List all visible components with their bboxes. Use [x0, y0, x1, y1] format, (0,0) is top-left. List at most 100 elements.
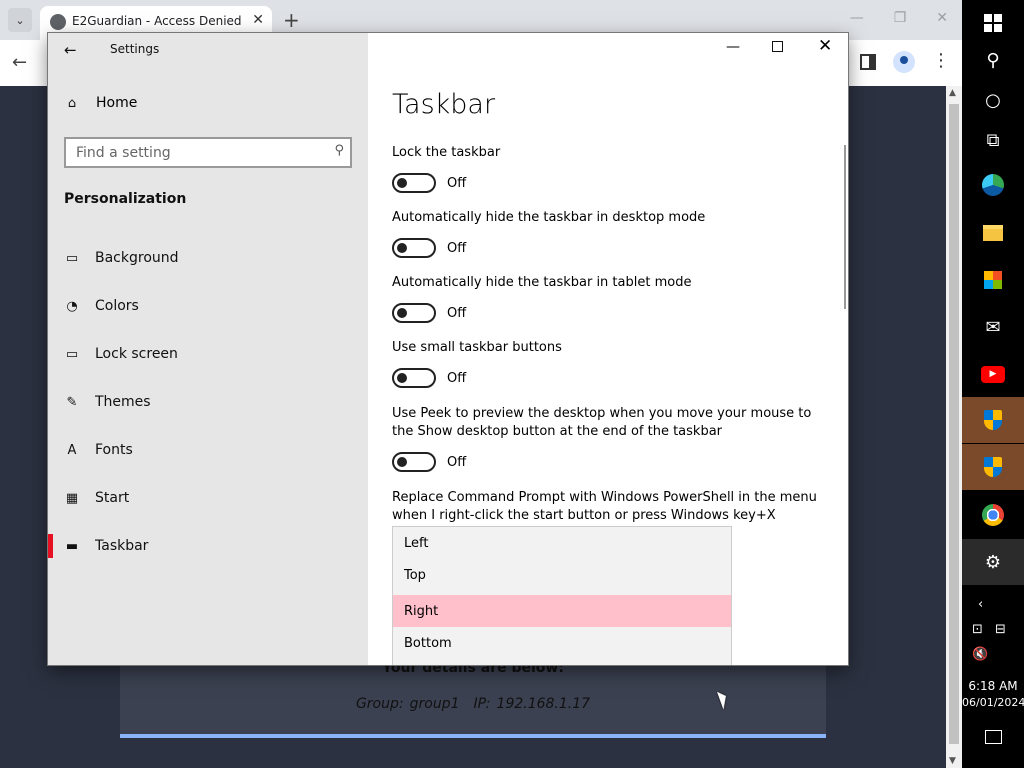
- meet-now-icon[interactable]: ⊡: [972, 622, 983, 637]
- sidebar-item-label: Colors: [95, 298, 139, 314]
- minimize-icon[interactable]: —: [850, 10, 864, 26]
- ip-label: IP:: [473, 696, 491, 712]
- autohide-desktop-toggle[interactable]: [392, 238, 436, 258]
- scroll-down-icon[interactable]: ▼: [949, 756, 956, 766]
- sidebar-item-fonts[interactable]: A Fonts: [48, 430, 368, 470]
- network-icon[interactable]: ⊟: [995, 622, 1006, 637]
- task-view-icon[interactable]: ⧉: [962, 117, 1024, 163]
- autohide-tablet-toggle[interactable]: [392, 303, 436, 323]
- toggle-state: Off: [447, 370, 467, 386]
- lock-screen-icon: ▭: [65, 346, 79, 362]
- settings-window: ← Settings ⌂ Home ⚲ Personalization ▭ Ba…: [48, 33, 848, 665]
- taskbar-icon: ▬: [65, 538, 79, 554]
- sidebar-item-label: Fonts: [95, 442, 133, 458]
- setting-label: Replace Command Prompt with Windows Powe…: [392, 490, 817, 523]
- tab-search-dropdown-icon[interactable]: ⌄: [8, 8, 32, 32]
- sidebar-item-label: Themes: [95, 394, 151, 410]
- youtube-icon[interactable]: ▶: [962, 351, 1024, 397]
- sidebar-item-themes[interactable]: ✎ Themes: [48, 382, 368, 422]
- picture-icon: ▭: [65, 250, 79, 266]
- search-box[interactable]: ⚲: [64, 137, 352, 168]
- setting-label: Use Peek to preview the desktop when you…: [392, 406, 812, 439]
- store-icon[interactable]: [962, 257, 1024, 303]
- search-input[interactable]: [66, 139, 324, 166]
- tab-title: E2Guardian - Access Denied: [72, 14, 242, 28]
- security-shield-icon[interactable]: [962, 397, 1024, 443]
- back-arrow-icon[interactable]: ←: [12, 52, 27, 73]
- content-scrollbar[interactable]: [844, 145, 846, 309]
- maximize-icon[interactable]: [772, 41, 783, 52]
- setting-label: Use small taskbar buttons: [392, 340, 562, 355]
- sidebar-item-label: Lock screen: [95, 346, 178, 362]
- scroll-thumb[interactable]: [949, 104, 959, 744]
- volume-muted-icon[interactable]: 🔇: [972, 647, 988, 662]
- tab-close-icon[interactable]: ✕: [252, 12, 264, 28]
- windows-taskbar: ⚲ ○ ⧉ ✉ ▶ ⚙ ‹ ⊡ ⊟ 🔇 6:18 AM 06/01/2024: [962, 0, 1024, 768]
- setting-small-buttons: Use small taskbar buttons Off: [392, 339, 832, 388]
- palette-icon: ◔: [66, 298, 78, 314]
- back-arrow-icon[interactable]: ←: [64, 41, 77, 59]
- page-scrollbar[interactable]: ▲ ▼: [946, 86, 962, 768]
- close-icon[interactable]: ✕: [936, 10, 948, 26]
- nav-home[interactable]: ⌂ Home: [64, 95, 137, 111]
- setting-label: Automatically hide the taskbar in tablet…: [392, 275, 692, 290]
- security-shield-icon[interactable]: [962, 444, 1024, 490]
- sidebar-item-colors[interactable]: ◔ Colors: [48, 286, 368, 326]
- peek-toggle[interactable]: [392, 452, 436, 472]
- dropdown-option-left[interactable]: Left: [393, 527, 731, 559]
- settings-gear-icon[interactable]: ⚙: [962, 539, 1024, 585]
- settings-content-pane: — ✕ Taskbar Lock the taskbar Off Automat…: [368, 33, 848, 665]
- fonts-icon: A: [67, 442, 77, 458]
- show-hidden-icons-chevron-icon[interactable]: ‹: [978, 597, 983, 612]
- sidebar-item-taskbar[interactable]: ▬ Taskbar: [48, 526, 368, 566]
- toggle-state: Off: [447, 305, 467, 321]
- lock-taskbar-toggle[interactable]: [392, 173, 436, 193]
- setting-lock-taskbar: Lock the taskbar Off: [392, 144, 832, 193]
- file-explorer-icon[interactable]: [962, 210, 1024, 256]
- settings-nav-pane: ← Settings ⌂ Home ⚲ Personalization ▭ Ba…: [48, 33, 368, 665]
- small-buttons-toggle[interactable]: [392, 368, 436, 388]
- dropdown-option-right[interactable]: Right: [393, 595, 731, 627]
- sidebar-item-start[interactable]: ▦ Start: [48, 478, 368, 518]
- section-title: Personalization: [64, 191, 187, 207]
- themes-icon: ✎: [66, 394, 78, 410]
- sidebar-item-lock-screen[interactable]: ▭ Lock screen: [48, 334, 368, 374]
- window-title: Settings: [110, 42, 160, 56]
- sidebar-item-label: Background: [95, 250, 179, 266]
- mail-icon[interactable]: ✉: [962, 304, 1024, 350]
- ip-value: 192.168.1.17: [496, 696, 591, 712]
- kebab-menu-icon[interactable]: ⋮: [932, 50, 950, 71]
- home-icon: ⌂: [67, 95, 77, 111]
- new-tab-button[interactable]: +: [283, 8, 300, 32]
- globe-icon: [50, 14, 66, 30]
- group-value: group1: [409, 696, 460, 712]
- toggle-state: Off: [447, 240, 467, 256]
- clock-date[interactable]: 06/01/2024: [962, 696, 1024, 709]
- notification-center-icon[interactable]: [985, 730, 1002, 744]
- sidebar-item-label: Start: [95, 490, 130, 506]
- minimize-icon[interactable]: —: [726, 39, 740, 55]
- sidebar-item-background[interactable]: ▭ Background: [48, 238, 368, 278]
- sidebar-item-label: Taskbar: [95, 538, 149, 554]
- taskbar-location-dropdown[interactable]: Left Top Right Bottom: [392, 526, 732, 665]
- dropdown-option-bottom[interactable]: Bottom: [393, 627, 731, 659]
- dropdown-option-top[interactable]: Top: [393, 559, 731, 591]
- setting-autohide-desktop: Automatically hide the taskbar in deskto…: [392, 209, 832, 258]
- edge-icon[interactable]: [962, 162, 1024, 208]
- page-title: Taskbar: [392, 89, 496, 120]
- nav-home-label: Home: [96, 95, 138, 111]
- browser-window-controls: — ❐ ✕: [850, 10, 948, 26]
- setting-label: Automatically hide the taskbar in deskto…: [392, 210, 706, 225]
- toggle-state: Off: [447, 175, 467, 191]
- setting-autohide-tablet: Automatically hide the taskbar in tablet…: [392, 274, 832, 323]
- profile-avatar-icon[interactable]: [893, 51, 915, 73]
- clock-time[interactable]: 6:18 AM: [962, 679, 1024, 693]
- toggle-state: Off: [447, 454, 467, 470]
- close-icon[interactable]: ✕: [818, 36, 832, 56]
- chrome-icon[interactable]: [962, 492, 1024, 538]
- search-icon[interactable]: ⚲: [334, 143, 344, 158]
- setting-label: Lock the taskbar: [392, 145, 501, 160]
- side-panel-icon[interactable]: [860, 54, 876, 70]
- restore-icon[interactable]: ❐: [894, 10, 907, 26]
- scroll-up-icon[interactable]: ▲: [949, 88, 956, 98]
